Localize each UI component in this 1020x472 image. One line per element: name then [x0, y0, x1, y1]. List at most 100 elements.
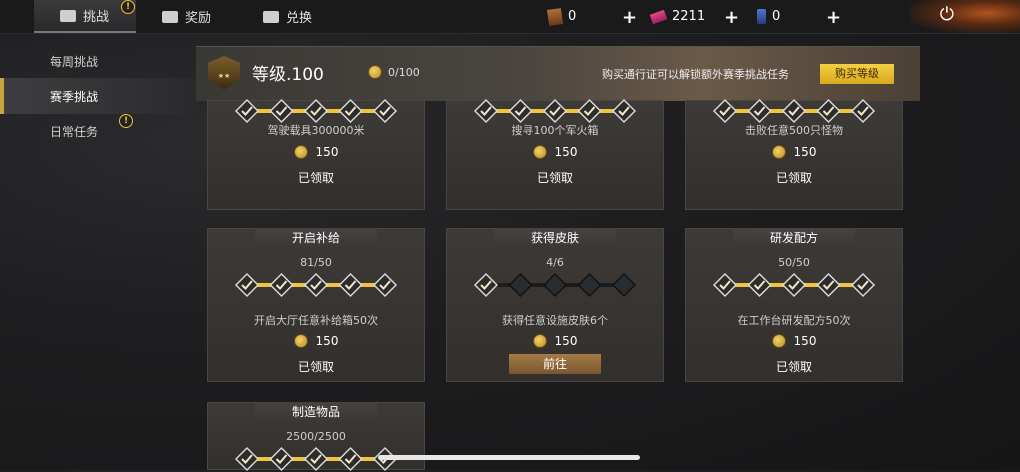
diamond-complete — [269, 272, 294, 298]
coin-icon — [532, 334, 547, 348]
diamond-complete — [234, 446, 260, 472]
card-status: 已领取 — [536, 171, 573, 185]
diamond-complete — [781, 98, 807, 124]
sidebar-item-label: 日常任务 — [50, 124, 99, 139]
diamond-pending — [508, 272, 533, 298]
tab-reward[interactable]: 奖励 — [162, 0, 211, 33]
level-xp-value: 0/100 — [388, 65, 420, 79]
card-reward: 150 — [685, 145, 903, 159]
coin-icon — [532, 145, 547, 159]
resource-phone: 0 — [757, 0, 780, 33]
diamond-complete — [269, 446, 294, 472]
reward-value: 150 — [793, 334, 817, 348]
diamond-pending — [542, 272, 568, 298]
card-reward: 150 — [207, 145, 425, 159]
challenge-icon — [60, 9, 76, 22]
sidebar: 每周挑战 赛季挑战 日常任务 ! — [0, 40, 198, 470]
card-progress: 4/6 — [546, 256, 564, 269]
challenge-card: 击败任意500只怪物 150 已领取 — [685, 98, 903, 210]
coin-icon — [771, 334, 786, 348]
diamond-complete — [508, 98, 533, 124]
card-reward: 150 — [446, 334, 664, 348]
coin-icon — [771, 145, 786, 159]
card-desc: 搜寻100个军火箱 — [511, 124, 599, 137]
reward-box-icon — [162, 10, 178, 23]
challenge-card: 开启补给 81/50 开启大厅任意补给箱50次 150 已领取 — [207, 228, 425, 382]
alert-icon: ! — [119, 114, 133, 128]
tab-exchange[interactable]: 兑换 — [263, 0, 312, 33]
diamond-complete — [338, 98, 363, 124]
card-title: 制造物品 — [255, 402, 377, 422]
diamond-complete — [338, 272, 363, 298]
tab-exchange-label: 兑换 — [286, 11, 313, 26]
sidebar-item-daily[interactable]: 日常任务 — [0, 113, 198, 149]
power-icon: ⏻ — [939, 4, 954, 25]
coin-icon — [293, 334, 308, 348]
card-desc: 驾驶载具300000米 — [267, 124, 365, 137]
diamond-complete — [816, 98, 841, 124]
card-status: 已领取 — [775, 171, 812, 185]
coin-icon — [368, 65, 382, 79]
diamond-complete — [338, 446, 363, 472]
diamond-complete — [577, 98, 602, 124]
level-header: ★★ 等级.100 0/100 购买通行证可以解锁额外赛季挑战任务 购买等级 — [196, 46, 920, 101]
home-indicator[interactable] — [378, 455, 640, 460]
diamond-complete — [473, 98, 499, 124]
progress-diamonds — [234, 272, 398, 298]
diamond-complete — [712, 272, 738, 298]
card-progress: 81/50 — [300, 256, 332, 269]
exchange-box-icon — [263, 10, 279, 23]
diamond-complete — [473, 272, 499, 298]
reward-value: 150 — [793, 145, 817, 159]
card-desc: 开启大厅任意补给箱50次 — [254, 314, 378, 327]
resource-tickets: 2211 — [649, 0, 706, 33]
power-button[interactable]: ⏻ — [910, 0, 1020, 33]
add-phone-button[interactable]: + — [826, 7, 841, 28]
card-desc: 击败任意500只怪物 — [745, 124, 843, 137]
resource-cards: 0 — [546, 0, 576, 33]
diamond-complete — [303, 98, 329, 124]
top-bar: 挑战 ! 奖励 兑换 0 + 2211 + 0 + ⏻ — [0, 0, 1020, 34]
tab-reward-label: 奖励 — [185, 11, 212, 26]
diamond-pending — [611, 272, 637, 298]
go-button[interactable]: 前往 — [509, 354, 601, 374]
diamond-complete — [816, 272, 841, 298]
resource-phone-value: 0 — [772, 9, 781, 24]
sidebar-item-label: 赛季挑战 — [50, 89, 99, 104]
diamond-pending — [577, 272, 602, 298]
progress-diamonds — [234, 98, 398, 124]
diamond-complete — [269, 98, 294, 124]
resource-tickets-value: 2211 — [672, 9, 706, 24]
diamond-complete — [747, 272, 772, 298]
card-progress: 2500/2500 — [286, 430, 346, 443]
level-title: 等级.100 — [252, 65, 324, 85]
reward-value: 150 — [554, 145, 578, 159]
add-tickets-button[interactable]: + — [724, 7, 739, 28]
add-cards-button[interactable]: + — [622, 7, 637, 28]
card-progress: 50/50 — [778, 256, 810, 269]
progress-diamonds — [473, 272, 637, 298]
card-icon — [546, 7, 564, 26]
sidebar-item-label: 每周挑战 — [50, 54, 99, 69]
card-status: 已领取 — [297, 360, 334, 374]
tab-challenge-label: 挑战 — [83, 10, 110, 25]
level-xp: 0/100 — [368, 65, 420, 79]
card-title: 获得皮肤 — [494, 228, 616, 248]
diamond-complete — [712, 98, 738, 124]
card-title: 开启补给 — [255, 228, 377, 248]
challenge-card: 驾驶载具300000米 150 已领取 — [207, 98, 425, 210]
diamond-complete — [303, 446, 329, 472]
reward-value: 150 — [315, 145, 339, 159]
card-status: 已领取 — [297, 171, 334, 185]
card-reward: 150 — [446, 145, 664, 159]
progress-diamonds — [473, 98, 637, 124]
diamond-complete — [747, 98, 772, 124]
diamond-complete — [372, 272, 398, 298]
sidebar-item-season[interactable]: 赛季挑战 — [0, 78, 198, 114]
diamond-complete — [850, 272, 876, 298]
card-desc: 在工作台研发配方50次 — [737, 314, 851, 327]
buy-level-button[interactable]: 购买等级 — [820, 64, 894, 84]
sidebar-item-weekly[interactable]: 每周挑战 — [0, 43, 198, 79]
diamond-complete — [850, 98, 876, 124]
card-reward: 150 — [207, 334, 425, 348]
